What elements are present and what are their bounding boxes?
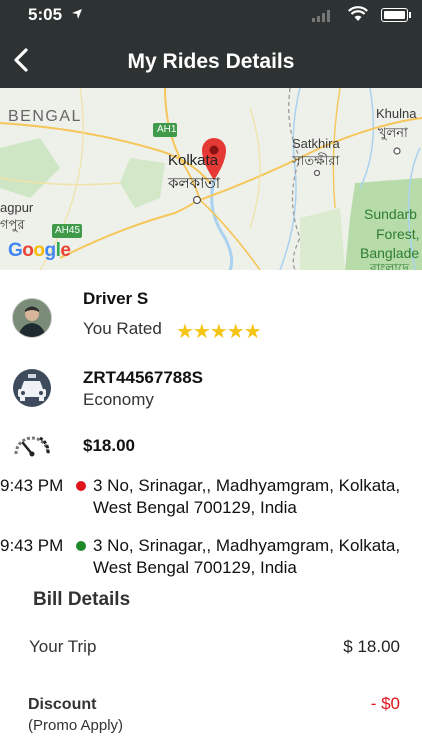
your-trip-value: $ 18.00 <box>343 637 400 656</box>
status-time: 5:05 <box>28 5 63 24</box>
map-label-bangladesh-bn: বাংলাদে <box>370 261 409 270</box>
map-label-sundarbans: Sundarb <box>364 206 417 222</box>
bill-details-heading: Bill Details <box>33 589 131 610</box>
pickup-address-line1: 3 No, Srinagar,, Madhyamgram, Kolkata, <box>93 476 401 495</box>
driver-name: Driver S <box>83 289 149 308</box>
pickup-address-line2: West Bengal 700129, India <box>93 498 297 517</box>
discount-value: - $0 <box>370 694 400 713</box>
cellular-signal-icon <box>312 9 332 27</box>
you-rated-label: You Rated <box>83 319 162 338</box>
map-label-agpur-bn: গপুর <box>0 217 25 232</box>
dropoff-dot <box>76 541 86 551</box>
page-title: My Rides Details <box>127 50 295 73</box>
map-label-kolkata-bn: কলকাতা <box>168 175 221 192</box>
speedometer-icon <box>12 428 52 465</box>
location-arrow-icon <box>71 7 83 25</box>
driver-avatar <box>12 298 52 338</box>
map-label-forest: Forest, <box>376 226 420 242</box>
dropoff-address-line2: West Bengal 700129, India <box>93 558 297 577</box>
your-trip-label: Your Trip <box>29 637 97 656</box>
map-label-kolkata: Kolkata <box>168 152 219 169</box>
dropoff-time: 9:43 PM <box>0 536 64 555</box>
map-badge-ah1: AH1 <box>157 124 177 135</box>
rating-stars: ★★★★★ <box>176 321 262 343</box>
map-label-bangladesh: Banglade <box>360 245 420 261</box>
status-bar: 5:05 <box>0 0 422 30</box>
dropoff-address-line1: 3 No, Srinagar,, Madhyamgram, Kolkata, <box>93 536 401 555</box>
pickup-dot <box>76 481 86 491</box>
pickup-time: 9:43 PM <box>0 476 64 495</box>
taxi-icon <box>12 368 52 413</box>
map-label-khulna: Khulna <box>376 106 417 121</box>
map-label-satkhira-bn: সাতক্ষীরা <box>292 153 340 168</box>
vehicle-type: Economy <box>83 390 154 409</box>
wifi-icon <box>348 6 368 27</box>
map-label-agpur: agpur <box>0 200 34 215</box>
nav-bar: My Rides Details <box>0 30 422 88</box>
map-badge-ah45: AH45 <box>55 225 81 236</box>
battery-icon <box>381 8 411 22</box>
discount-note: (Promo Apply) <box>28 717 124 734</box>
vehicle-plate: ZRT44567788S <box>83 368 204 387</box>
fare-amount: $18.00 <box>83 436 135 455</box>
map-label-khulna-bn: খুলনা <box>378 125 408 140</box>
discount-label: Discount <box>28 696 97 713</box>
ride-map[interactable]: BENGAL AH1 AH45 Kolkata কলকাতা Satkhira … <box>0 88 422 270</box>
map-label-bengal: BENGAL <box>8 108 82 125</box>
google-logo: Google <box>8 240 71 261</box>
map-label-satkhira: Satkhira <box>292 136 340 151</box>
